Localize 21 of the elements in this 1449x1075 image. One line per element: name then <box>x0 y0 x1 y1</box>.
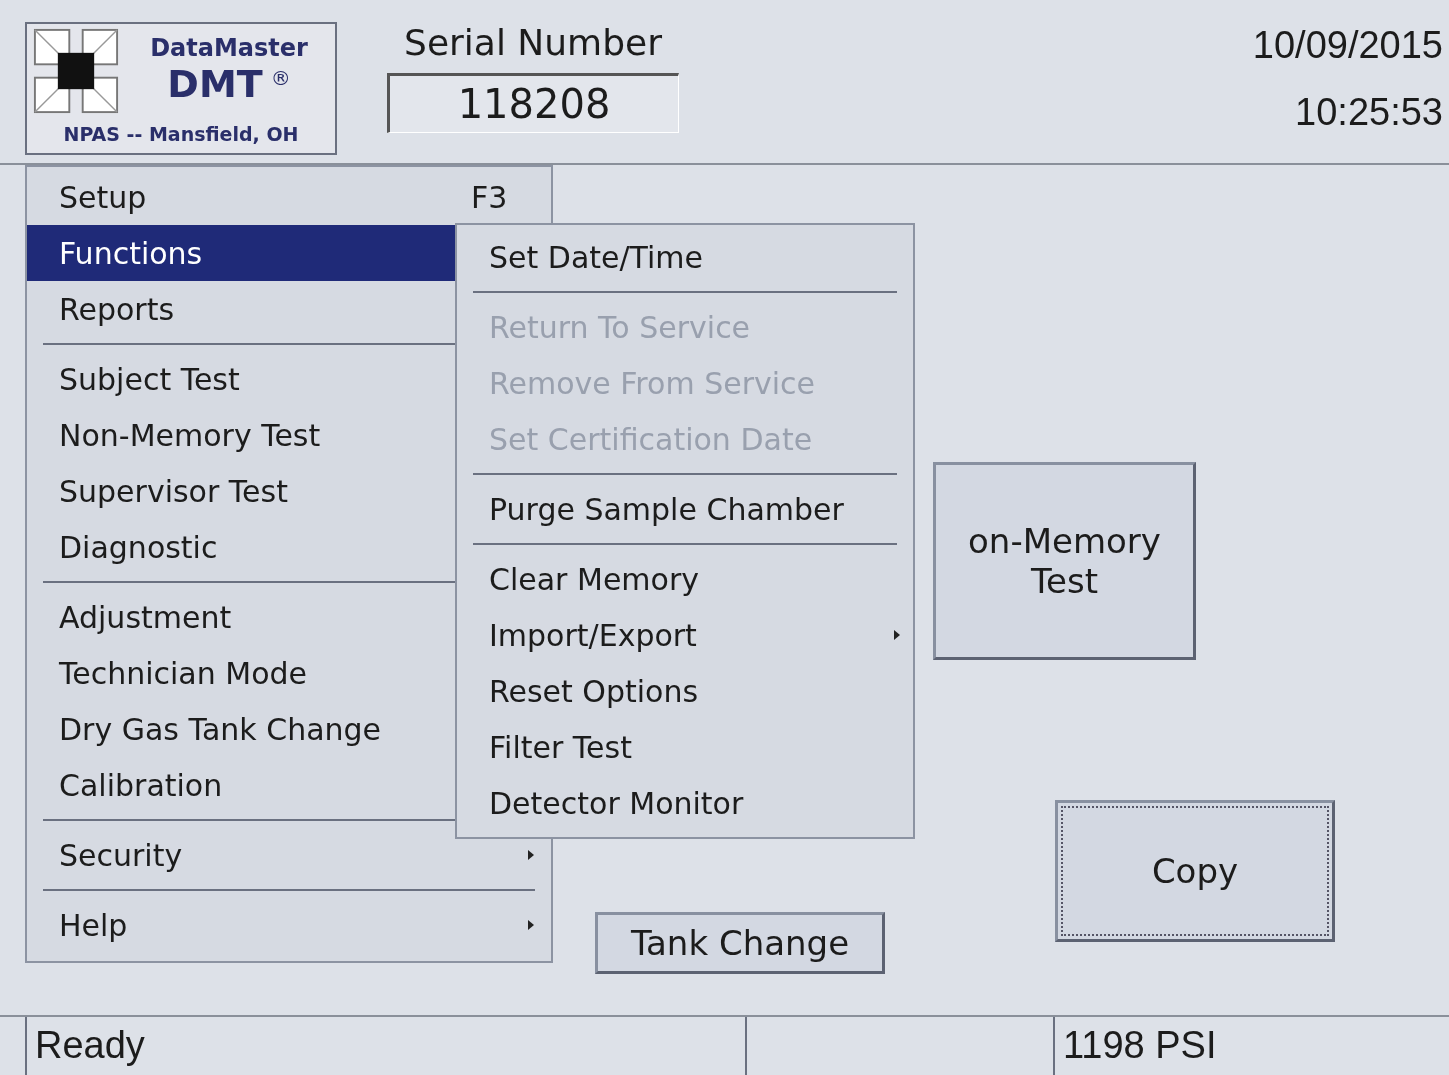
model-name: DMT <box>167 62 263 106</box>
serial-label: Serial Number <box>404 22 662 63</box>
non-memory-test-button[interactable]: on-Memory Test <box>933 462 1196 660</box>
registered-mark: ® <box>270 66 291 90</box>
menu-item[interactable]: Setup F3 <box>27 169 551 225</box>
status-text: Ready <box>25 1017 745 1075</box>
menu-item[interactable]: Purge Sample Chamber <box>457 481 913 537</box>
menu-item[interactable]: Filter Test <box>457 719 913 775</box>
serial-field: 118208 <box>387 73 679 133</box>
date-text: 10/09/2015 <box>1252 24 1443 67</box>
pressure-text: 1198 PSI <box>1053 1017 1449 1075</box>
menu-item[interactable]: Import/Export <box>457 607 913 663</box>
menu-item[interactable]: Clear Memory <box>457 551 913 607</box>
menu-item[interactable]: Help <box>27 897 551 953</box>
copy-button[interactable]: Copy <box>1055 800 1335 942</box>
brand-name: DataMaster <box>150 34 308 62</box>
menu-item[interactable]: Reset Options <box>457 663 913 719</box>
time-text: 10:25:53 <box>1295 91 1443 134</box>
tank-change-button[interactable]: Tank Change <box>595 912 885 974</box>
location-text: NPAS -- Mansfield, OH <box>62 122 300 145</box>
logo-icon <box>33 28 119 114</box>
